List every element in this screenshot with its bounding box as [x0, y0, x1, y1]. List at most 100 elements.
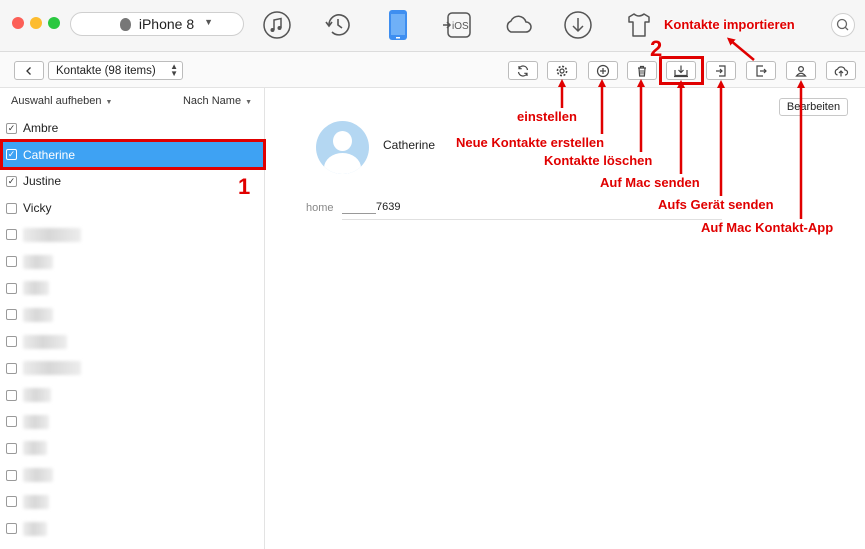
highlight-box-send-to-mac: [659, 56, 704, 85]
contact-row-name: Justine: [23, 174, 62, 189]
music-icon[interactable]: [260, 8, 294, 42]
add-contact-button[interactable]: [588, 61, 618, 80]
back-button[interactable]: [14, 61, 44, 80]
label-delete-contact: Kontakte löschen: [544, 153, 653, 168]
redacted-name: [23, 361, 81, 376]
contact-row-redacted[interactable]: [0, 409, 264, 435]
gear-icon: [556, 65, 568, 76]
close-window-button[interactable]: [12, 17, 24, 29]
contact-row[interactable]: Vicky: [0, 195, 264, 221]
checkbox[interactable]: [6, 416, 17, 428]
contact-row-redacted[interactable]: [0, 489, 264, 515]
phone-number-suffix: 7639: [376, 201, 401, 213]
checkbox[interactable]: [6, 523, 17, 534]
contact-row-name: Ambre: [23, 121, 59, 135]
import-contacts-button[interactable]: [746, 61, 776, 80]
checkbox[interactable]: [6, 362, 17, 374]
label-send-to-mac: Auf Mac senden: [600, 175, 700, 190]
minimize-window-button[interactable]: [30, 17, 42, 29]
checkbox[interactable]: [6, 229, 17, 241]
export-to-device-icon: [716, 64, 726, 77]
redacted-name: [23, 414, 49, 429]
deselect-all-button[interactable]: Auswahl aufheben ▼: [11, 95, 112, 107]
contact-row-redacted[interactable]: [0, 249, 264, 275]
sort-by-label: Nach Name: [182, 95, 242, 107]
chevron-down-icon: ▼: [204, 17, 213, 27]
ios-label: iOS: [452, 21, 469, 32]
step-1-marker: 1: [238, 174, 251, 199]
checkbox-checked[interactable]: ✓: [6, 175, 17, 187]
contact-row-redacted[interactable]: [0, 302, 264, 328]
edit-button[interactable]: Bearbeiten: [779, 98, 848, 116]
upload-cloud-button[interactable]: [826, 61, 856, 80]
checkbox[interactable]: [6, 282, 17, 294]
search-button[interactable]: [831, 13, 855, 37]
device-selector[interactable]: iPhone 8 ▼: [70, 12, 244, 36]
redacted-name: [23, 494, 49, 509]
contact-row-redacted[interactable]: [0, 516, 264, 542]
download-icon[interactable]: [561, 8, 595, 42]
label-import-contacts: Kontakte importieren: [664, 17, 795, 32]
send-to-device-button[interactable]: [706, 61, 736, 80]
history-icon[interactable]: [321, 8, 355, 42]
checkbox-checked[interactable]: ✓: [6, 122, 17, 134]
redacted-name: [23, 521, 47, 536]
search-icon: [836, 18, 849, 31]
deselect-all-label: Auswahl aufheben: [11, 95, 102, 107]
contact-row[interactable]: ✓ Ambre: [0, 115, 264, 141]
sort-by-button[interactable]: Nach Name ▼: [183, 95, 252, 107]
sidebar-header: Auswahl aufheben ▼ Nach Name ▼: [0, 88, 264, 114]
highlight-box-contact: [0, 139, 266, 170]
redacted-name: [23, 388, 51, 402]
caret-down-icon: ▼: [105, 99, 113, 106]
refresh-icon: [517, 64, 529, 77]
contact-name: Catherine: [383, 138, 436, 152]
trash-icon: [638, 65, 646, 77]
person-icon: [795, 65, 807, 77]
checkbox[interactable]: [6, 389, 17, 401]
plus-circle-icon: [596, 64, 610, 77]
contact-row-redacted[interactable]: [0, 382, 264, 408]
label-mac-contacts-app: Auf Mac Kontakt-App: [701, 220, 834, 235]
checkbox[interactable]: [6, 469, 17, 481]
contact-row-redacted[interactable]: [0, 329, 264, 355]
import-icon: [756, 64, 767, 77]
cloud-icon[interactable]: [501, 8, 535, 42]
ios-transfer-icon[interactable]: iOS: [440, 8, 474, 42]
caret-down-icon: ▼: [245, 99, 252, 106]
checkbox[interactable]: [6, 442, 17, 454]
redacted-name: [23, 281, 49, 296]
checkbox[interactable]: [6, 256, 17, 267]
contact-row-redacted[interactable]: [0, 275, 264, 301]
contact-row-name: Vicky: [23, 201, 52, 216]
apple-icon: [119, 17, 131, 31]
contact-row-redacted[interactable]: [0, 355, 264, 381]
zoom-window-button[interactable]: [48, 17, 60, 29]
contact-row-redacted[interactable]: [0, 462, 264, 488]
category-label: Kontakte (98 items): [56, 64, 156, 77]
checkbox[interactable]: [6, 496, 17, 508]
checkbox[interactable]: [6, 309, 17, 321]
redacted-name: [23, 334, 67, 349]
mac-contacts-app-button[interactable]: [786, 61, 816, 80]
avatar: [316, 121, 369, 174]
label-settings: einstellen: [517, 109, 577, 124]
checkbox[interactable]: [6, 202, 17, 214]
contact-row[interactable]: ✓ Justine: [0, 168, 264, 194]
chevron-left-icon: [26, 66, 31, 75]
contact-row-redacted[interactable]: [0, 222, 264, 248]
label-send-to-device: Aufs Gerät senden: [658, 197, 774, 212]
refresh-button[interactable]: [508, 61, 538, 80]
redacted-name: [23, 254, 53, 269]
updown-icon: ▲ ▼: [170, 62, 178, 78]
category-selector[interactable]: Kontakte (98 items) ▲ ▼: [48, 61, 183, 80]
phone-field-label: home: [306, 202, 334, 214]
settings-button[interactable]: [547, 61, 577, 80]
phone-icon[interactable]: [381, 8, 415, 42]
delete-contact-button[interactable]: [627, 61, 657, 80]
redacted-name: [23, 441, 47, 456]
contacts-toolbar: Kontakte (98 items) ▲ ▼: [0, 52, 865, 88]
cloud-upload-icon: [834, 65, 849, 76]
contact-row-redacted[interactable]: [0, 435, 264, 461]
checkbox[interactable]: [6, 336, 17, 348]
